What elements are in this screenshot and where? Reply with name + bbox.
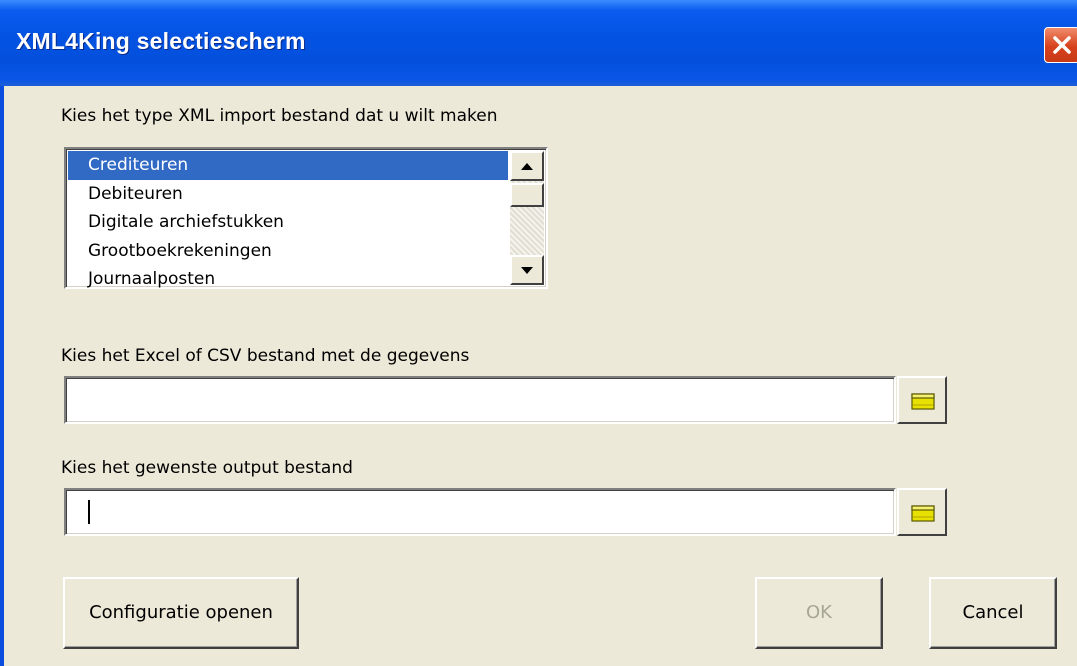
window-title: XML4King selectiescherm (16, 28, 306, 54)
cancel-button[interactable]: Cancel (929, 577, 1057, 649)
folder-icon (911, 393, 935, 410)
output-file-label: Kies het gewenste output bestand (61, 458, 353, 478)
config-open-button[interactable]: Configuratie openen (63, 577, 299, 649)
close-icon (1053, 36, 1071, 54)
scroll-down-button[interactable] (510, 255, 544, 285)
arrow-down-icon (521, 267, 533, 274)
type-list-items: Crediteuren Debiteuren Digitale archiefs… (68, 151, 508, 294)
output-file-field[interactable] (64, 488, 896, 536)
list-scrollbar[interactable] (510, 151, 544, 285)
ok-button[interactable]: OK (755, 577, 883, 649)
input-file-field[interactable] (64, 376, 896, 424)
folder-icon (911, 505, 935, 522)
scroll-up-button[interactable] (510, 151, 544, 181)
dialog-window: XML4King selectiescherm Kies het type XM… (0, 0, 1077, 666)
text-caret (88, 500, 90, 524)
title-bar[interactable]: XML4King selectiescherm (0, 0, 1077, 86)
list-item[interactable]: Debiteuren (68, 180, 508, 209)
list-item[interactable]: Crediteuren (68, 151, 508, 180)
list-item[interactable]: Grootboekrekeningen (68, 237, 508, 266)
input-file-label: Kies het Excel of CSV bestand met de geg… (61, 346, 470, 366)
type-listbox[interactable]: Crediteuren Debiteuren Digitale archiefs… (64, 147, 548, 289)
list-item[interactable]: Digitale archiefstukken (68, 208, 508, 237)
list-item[interactable]: Journaalposten (68, 265, 508, 294)
scroll-thumb[interactable] (510, 183, 544, 207)
input-browse-button[interactable] (897, 376, 947, 424)
dialog-body: Kies het type XML import bestand dat u w… (4, 86, 1077, 666)
type-label: Kies het type XML import bestand dat u w… (61, 106, 498, 126)
close-button[interactable] (1044, 27, 1077, 63)
output-browse-button[interactable] (897, 488, 947, 536)
arrow-up-icon (521, 163, 533, 170)
